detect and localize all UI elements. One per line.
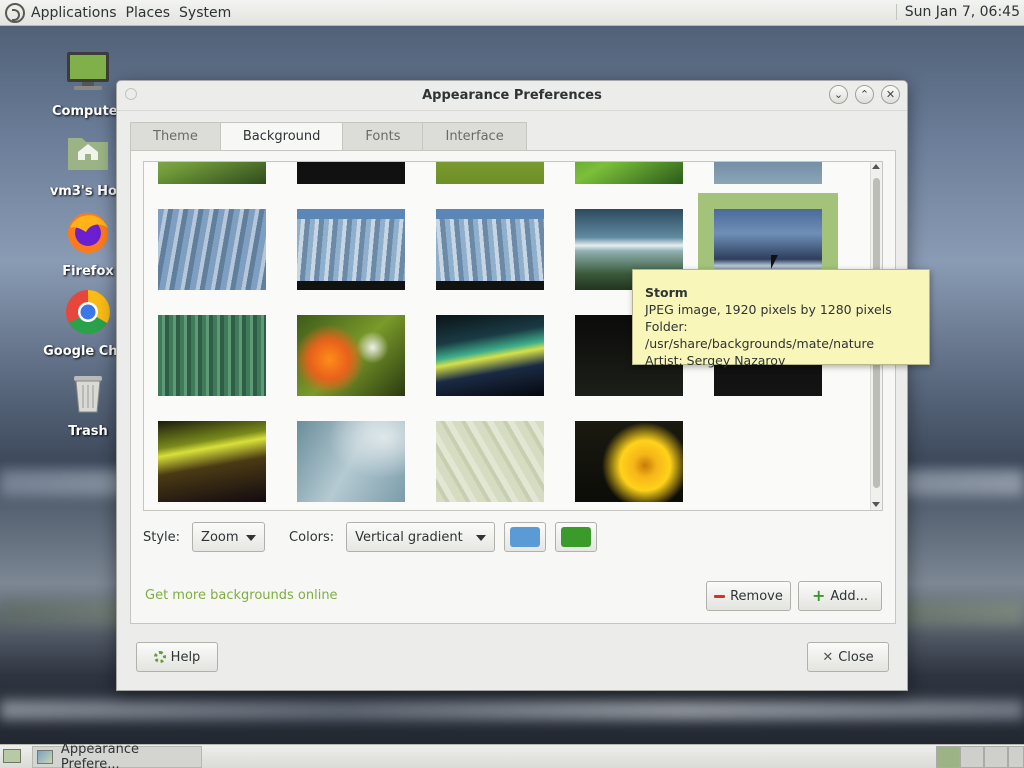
tooltip-title: Storm	[645, 285, 688, 300]
tooltip-line: Artist: Sergey Nazarov	[645, 353, 786, 368]
close-button[interactable]: ✕ Close	[807, 642, 889, 672]
mate-logo-icon[interactable]	[5, 2, 25, 23]
appearance-app-icon	[37, 750, 53, 764]
chevron-down-icon	[246, 535, 257, 541]
menu-places[interactable]: Places	[126, 5, 171, 21]
workspace-3[interactable]	[984, 746, 1008, 768]
scroll-down-arrow-icon[interactable]	[872, 502, 880, 507]
style-combo-value: Zoom	[201, 529, 239, 545]
wallpaper-streak	[0, 700, 1024, 720]
clock[interactable]: Sun Jan 7, 06:45	[895, 4, 1020, 20]
wallpaper-thumbnail[interactable]	[158, 162, 266, 184]
wallpaper-thumbnail[interactable]	[575, 162, 683, 184]
tab-interface[interactable]: Interface	[422, 122, 527, 150]
maximize-button[interactable]: ⌃	[855, 85, 874, 104]
tab-background[interactable]: Background	[219, 122, 344, 152]
colors-label: Colors:	[289, 529, 335, 545]
close-icon: ✕	[822, 649, 834, 665]
taskbar-item-label: Appearance Prefere...	[60, 742, 139, 768]
style-colors-row: Style: Zoom Colors: Vertical gradient	[143, 521, 598, 553]
menu-system[interactable]: System	[179, 5, 231, 21]
appearance-preferences-window: Appearance Preferences ⌄ ⌃ ✕ Theme Backg…	[116, 80, 908, 691]
primary-color-button[interactable]	[504, 522, 547, 552]
close-window-button[interactable]: ✕	[881, 85, 900, 104]
wallpaper-thumbnail[interactable]	[436, 162, 544, 184]
wallpaper-thumbnail[interactable]	[714, 162, 822, 184]
chrome-icon	[66, 290, 110, 334]
get-more-backgrounds-link[interactable]: Get more backgrounds online	[145, 588, 338, 603]
top-panel: Applications Places System Sun Jan 7, 06…	[0, 0, 1024, 26]
menu-applications[interactable]: Applications	[31, 5, 117, 21]
colors-combo[interactable]: Vertical gradient	[346, 522, 496, 552]
wallpaper-thumbnail[interactable]	[297, 421, 405, 502]
chevron-down-icon	[476, 535, 487, 541]
taskbar-item-appearance[interactable]: Appearance Prefere...	[32, 742, 202, 768]
secondary-color-swatch	[561, 527, 592, 547]
tab-bar: Theme Background Fonts Interface	[130, 122, 527, 152]
style-combo[interactable]: Zoom	[192, 522, 266, 552]
bottom-panel: Appearance Prefere...	[0, 742, 1024, 768]
minimize-button[interactable]: ⌄	[829, 85, 848, 104]
help-button[interactable]: Help	[136, 642, 218, 672]
colors-combo-value: Vertical gradient	[355, 529, 463, 545]
show-desktop-icon[interactable]	[3, 749, 21, 763]
help-icon	[153, 651, 166, 663]
window-titlebar[interactable]: Appearance Preferences ⌄ ⌃ ✕	[117, 81, 907, 111]
workspace-2[interactable]	[960, 746, 984, 768]
scroll-up-arrow-icon[interactable]	[872, 164, 880, 169]
wallpaper-thumbnail[interactable]	[158, 421, 266, 502]
mouse-pointer-icon	[771, 255, 778, 269]
add-button[interactable]: + Add...	[798, 581, 882, 611]
wallpaper-thumbnail[interactable]	[158, 315, 266, 396]
tooltip-line: Folder: /usr/share/backgrounds/mate/natu…	[645, 319, 875, 351]
wallpaper-tooltip: Storm JPEG image, 1920 pixels by 1280 pi…	[632, 269, 930, 368]
computer-icon	[67, 52, 109, 90]
tooltip-line: JPEG image, 1920 pixels by 1280 pixels	[645, 302, 892, 317]
wallpaper-thumbnail[interactable]	[575, 421, 683, 502]
remove-button-label: Remove	[730, 588, 783, 604]
wallpaper-thumbnail[interactable]	[436, 209, 544, 290]
wallpaper-thumbnail[interactable]	[297, 209, 405, 290]
firefox-icon	[68, 213, 108, 253]
wallpaper-thumbnail[interactable]	[436, 421, 544, 502]
add-button-label: Add...	[830, 588, 868, 604]
background-tab-panel: Style: Zoom Colors: Vertical gradient Ge…	[130, 150, 896, 624]
help-button-label: Help	[170, 649, 201, 665]
remove-button[interactable]: Remove	[706, 581, 791, 611]
window-title: Appearance Preferences	[422, 88, 602, 103]
wallpaper-thumbnail[interactable]	[297, 315, 405, 396]
trash-icon	[74, 376, 102, 413]
close-button-label: Close	[838, 649, 874, 665]
primary-color-swatch	[510, 527, 541, 547]
tab-fonts[interactable]: Fonts	[342, 122, 424, 150]
wallpaper-thumbnail[interactable]	[297, 162, 405, 184]
style-label: Style:	[143, 529, 181, 545]
home-folder-icon	[68, 138, 108, 170]
wallpaper-thumbnail[interactable]	[158, 209, 266, 290]
workspace-4[interactable]	[1008, 746, 1024, 768]
add-icon: +	[812, 586, 826, 605]
workspace-1[interactable]	[936, 746, 960, 768]
wallpaper-thumbnail[interactable]	[436, 315, 544, 396]
tab-theme[interactable]: Theme	[130, 122, 221, 150]
secondary-color-button[interactable]	[555, 522, 598, 552]
remove-icon	[714, 594, 726, 598]
